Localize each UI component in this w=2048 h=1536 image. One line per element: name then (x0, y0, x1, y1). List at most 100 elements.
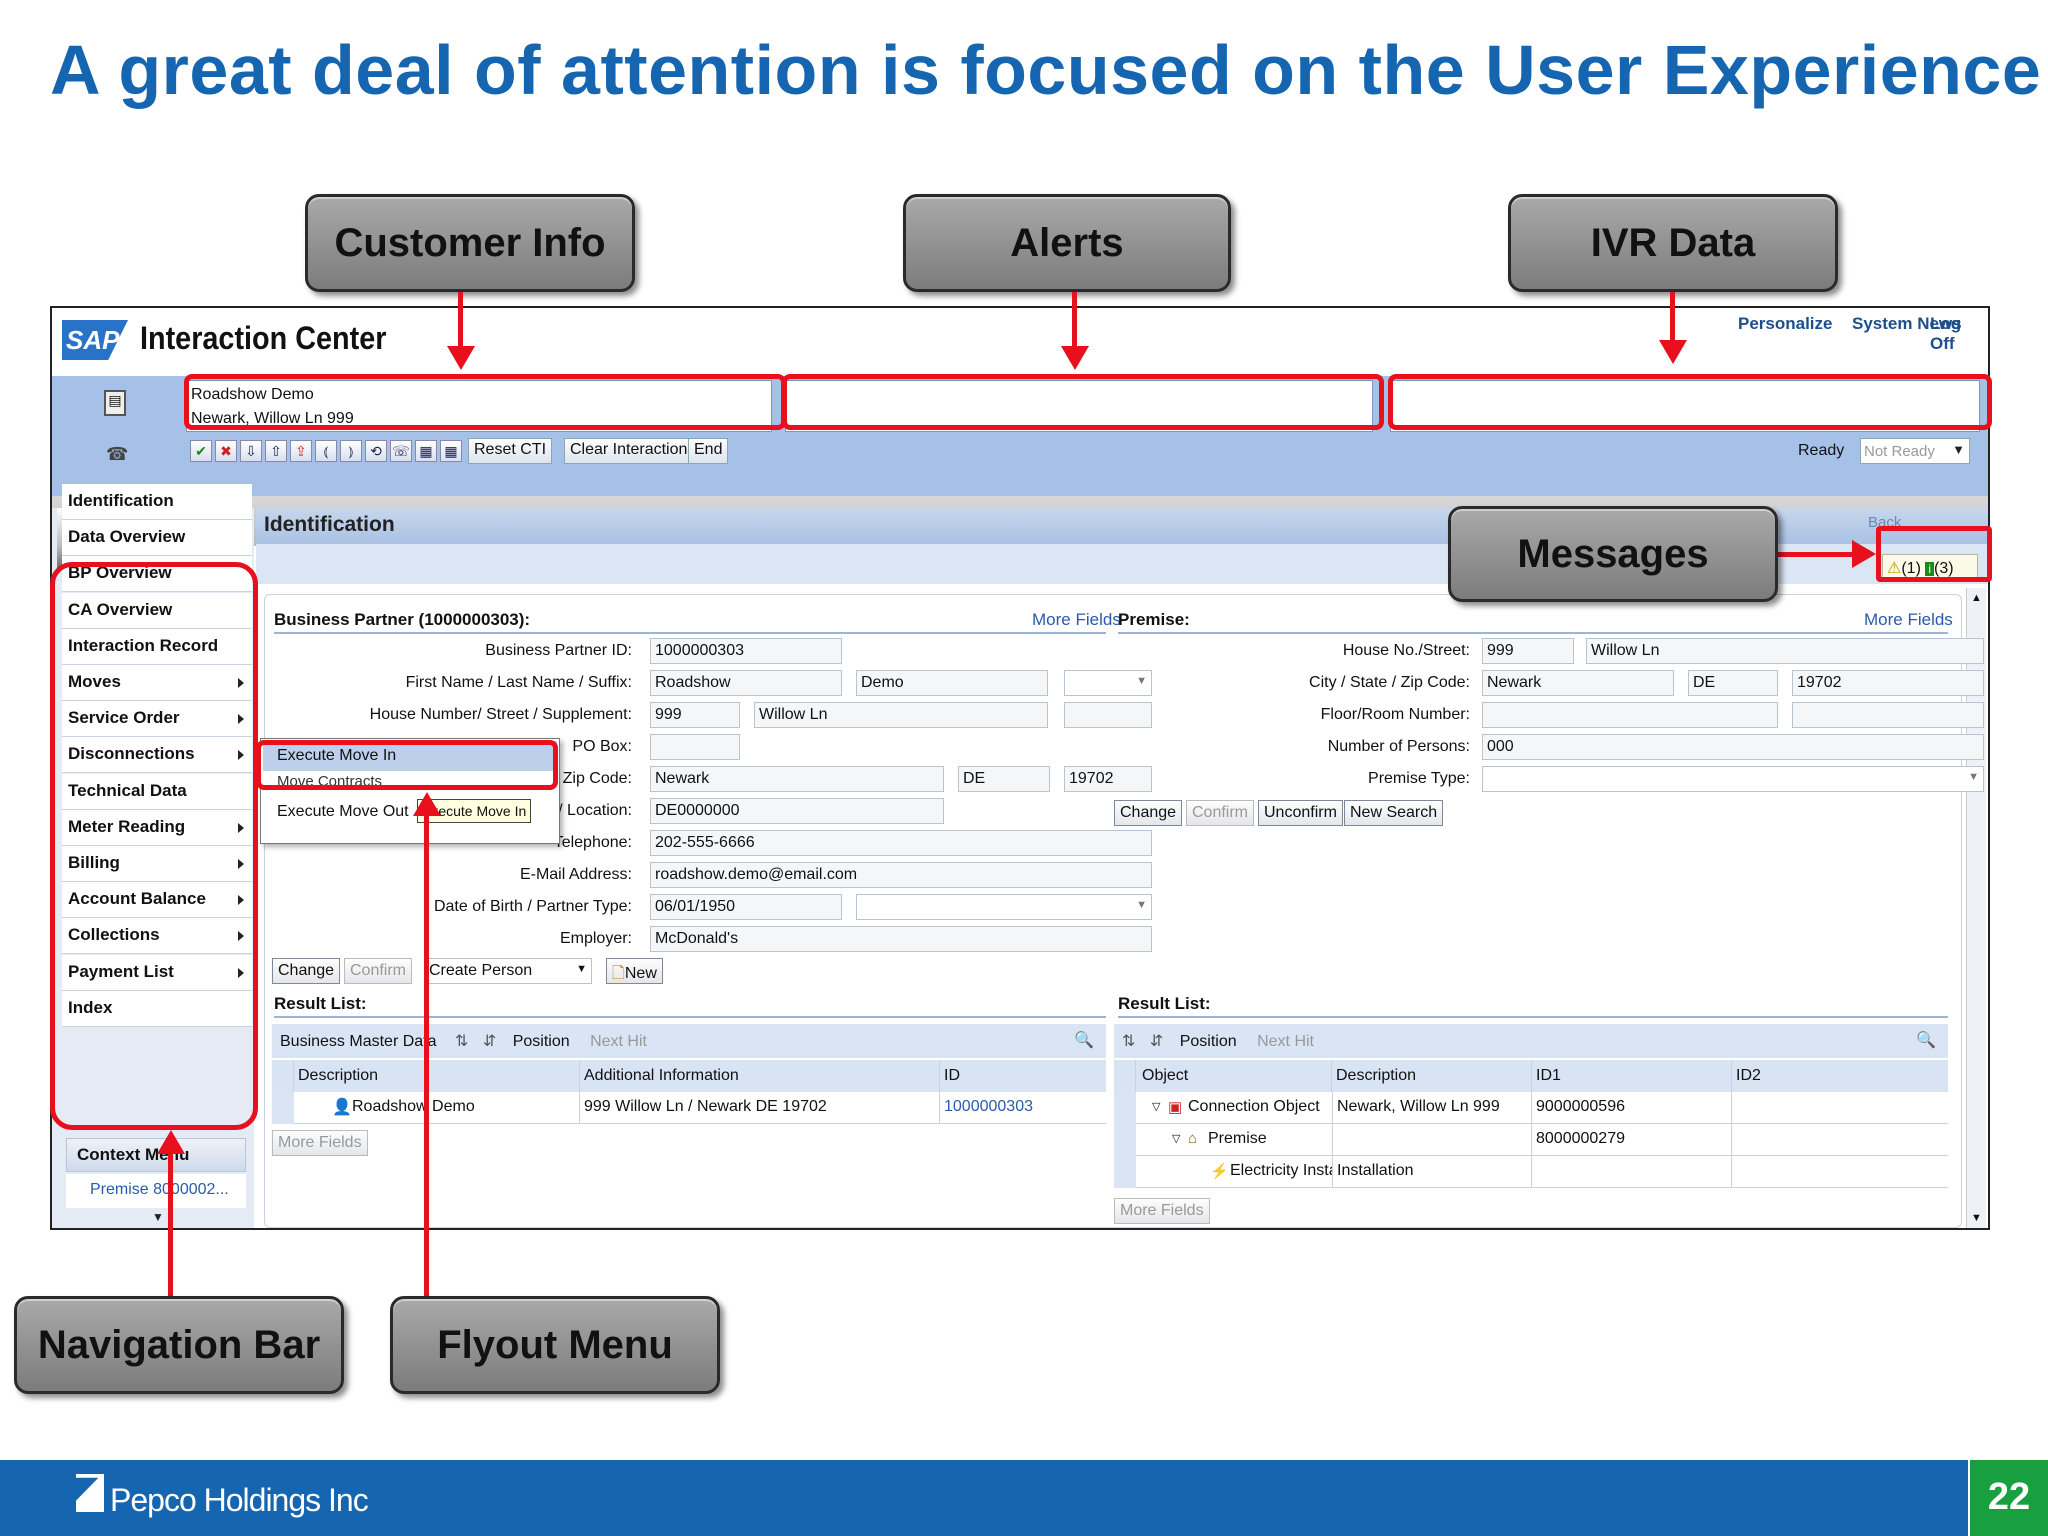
next-hit-button[interactable]: Next Hit (590, 1033, 647, 1050)
house-number-field[interactable]: 999 (650, 702, 740, 728)
table-icon[interactable]: ▦ (440, 440, 462, 462)
email-field[interactable]: roadshow.demo@email.com (650, 862, 1152, 888)
premise-city-field[interactable]: Newark (1482, 670, 1674, 696)
premise-more-fields-link[interactable]: More Fields (1864, 610, 1953, 630)
row-selector[interactable] (1114, 1124, 1136, 1156)
room-field[interactable] (1792, 702, 1984, 728)
bp-id-label: Business Partner ID: (485, 642, 632, 659)
city-field[interactable]: Newark (650, 766, 944, 792)
premise-confirm-button[interactable]: Confirm (1186, 800, 1255, 826)
floor-field[interactable] (1482, 702, 1778, 728)
dob-field[interactable]: 06/01/1950 (650, 894, 842, 920)
scroll-down-icon[interactable]: ▼ (152, 1210, 164, 1224)
row-selector[interactable] (1114, 1092, 1136, 1124)
row-selector[interactable] (272, 1092, 294, 1124)
business-master-data-title: Business Master Data (280, 1033, 437, 1050)
table-row[interactable]: Roadshow Demo 👤 999 Willow Ln / Newark D… (272, 1092, 1106, 1124)
bp-change-button[interactable]: Change (272, 958, 341, 984)
conference-icon[interactable]: ⟲ (365, 440, 387, 462)
next-hit-button[interactable]: Next Hit (1257, 1033, 1314, 1050)
premise-street-field[interactable]: Willow Ln (1586, 638, 1984, 664)
first-name-field[interactable]: Roadshow (650, 670, 842, 696)
street-field[interactable]: Willow Ln (754, 702, 1048, 728)
magnifier-icon[interactable]: 🔍 (1074, 1030, 1094, 1050)
col-description[interactable]: Description (1332, 1060, 1532, 1092)
premise-house-field[interactable]: 999 (1482, 638, 1574, 664)
retrieve-icon[interactable]: ⦆ (340, 440, 362, 462)
clear-interaction-button[interactable]: Clear Interaction (564, 438, 694, 464)
premise-zip-field[interactable]: 19702 (1792, 670, 1984, 696)
sort-asc-icon[interactable]: ⇅ (1122, 1033, 1135, 1050)
position-button[interactable]: Position (1180, 1033, 1237, 1050)
premise-state-field[interactable]: DE (1688, 670, 1778, 696)
row-selector[interactable] (1114, 1156, 1136, 1188)
callout-messages: Messages (1448, 506, 1778, 602)
table-row[interactable]: ▽ ⌂ Premise 8000000279 (1114, 1124, 1948, 1156)
cell-id2 (1732, 1156, 1948, 1188)
sort-desc-icon[interactable]: ⇵ (483, 1033, 496, 1050)
divider (1118, 632, 1948, 634)
partner-type-select[interactable]: ▼ (856, 894, 1152, 920)
status-select[interactable]: Not Ready ▼ (1860, 438, 1970, 464)
po-box-field[interactable] (650, 734, 740, 760)
unconfirm-button[interactable]: Unconfirm (1258, 800, 1343, 826)
upload-icon[interactable]: ⇧ (265, 440, 287, 462)
reset-cti-button[interactable]: Reset CTI (468, 438, 553, 464)
magnifier-icon[interactable]: 🔍 (1916, 1030, 1936, 1050)
reject-call-icon[interactable]: ✖ (215, 440, 237, 462)
hold-icon[interactable]: ⦅ (315, 440, 337, 462)
col-description[interactable]: Description (294, 1060, 580, 1092)
col-id2[interactable]: ID2 (1732, 1060, 1948, 1092)
grid-icon[interactable]: ▦ (415, 440, 437, 462)
context-menu-item[interactable]: Premise 8000002... (66, 1174, 246, 1208)
col-additional-info[interactable]: Additional Information (580, 1060, 940, 1092)
table-row[interactable]: ⚡ Electricity Installa Installation (1114, 1156, 1948, 1188)
col-id1[interactable]: ID1 (1532, 1060, 1732, 1092)
col-object[interactable]: Object (1136, 1060, 1332, 1092)
navigation-bar-highlight (50, 562, 258, 1130)
bp-more-fields-link[interactable]: More Fields (1032, 610, 1121, 630)
end-button[interactable]: End (688, 438, 729, 464)
sidebar-item-label: Data Overview (68, 527, 186, 547)
result-left-more-fields[interactable]: More Fields (272, 1130, 368, 1156)
bp-section-header: Business Partner (1000000303): (274, 610, 531, 629)
accept-call-icon[interactable]: ✔ (190, 440, 212, 462)
cell-id-link[interactable]: 1000000303 (940, 1092, 1106, 1124)
phone-icon[interactable]: ☏ (390, 440, 412, 462)
region-field[interactable]: DE0000000 (650, 798, 944, 824)
arrow-head (1659, 340, 1687, 364)
sort-asc-icon[interactable]: ⇅ (455, 1033, 468, 1050)
state-field[interactable]: DE (958, 766, 1050, 792)
table-row[interactable]: ▽ ▣ Connection Object Newark, Willow Ln … (1114, 1092, 1948, 1124)
personalize-link[interactable]: Personalize (1738, 314, 1833, 334)
premise-type-select[interactable]: ▼ (1482, 766, 1984, 792)
new-button[interactable]: 🗋New (606, 958, 663, 984)
create-person-select[interactable]: Create Person ▼ (424, 958, 592, 984)
col-id[interactable]: ID (940, 1060, 1106, 1092)
cell-object: Electricity Installa (1230, 1162, 1332, 1179)
result-list-label-left: Result List: (274, 994, 367, 1013)
scroll-up-icon[interactable]: ▲ (1971, 592, 1982, 604)
sort-desc-icon[interactable]: ⇵ (1150, 1033, 1163, 1050)
bp-confirm-button[interactable]: Confirm (344, 958, 413, 984)
employer-field[interactable]: McDonald's (650, 926, 1152, 952)
bp-id-field[interactable]: 1000000303 (650, 638, 842, 664)
telephone-field[interactable]: 202-555-6666 (650, 830, 1152, 856)
last-name-field[interactable]: Demo (856, 670, 1048, 696)
name-label: First Name / Last Name / Suffix: (405, 674, 632, 691)
scroll-down-icon[interactable]: ▼ (1971, 1212, 1982, 1224)
new-search-button[interactable]: New Search (1344, 800, 1444, 826)
position-button[interactable]: Position (513, 1033, 570, 1050)
sidebar-item-identification[interactable]: Identification (62, 484, 252, 520)
expand-triangle-icon[interactable]: ▽ (1152, 1100, 1160, 1113)
expand-triangle-icon[interactable]: ▽ (1172, 1132, 1180, 1145)
house-label: House Number/ Street / Supplement: (369, 706, 632, 723)
premise-change-button[interactable]: Change (1114, 800, 1183, 826)
download-icon[interactable]: ⇩ (240, 440, 262, 462)
sidebar-item-data-overview[interactable]: Data Overview (62, 520, 252, 557)
result-right-more-fields[interactable]: More Fields (1114, 1198, 1210, 1224)
flyout-highlight (256, 740, 558, 790)
persons-field[interactable]: 000 (1482, 734, 1984, 760)
transfer-icon[interactable]: ⇪ (290, 440, 312, 462)
log-off-link[interactable]: Log Off (1930, 314, 1988, 354)
